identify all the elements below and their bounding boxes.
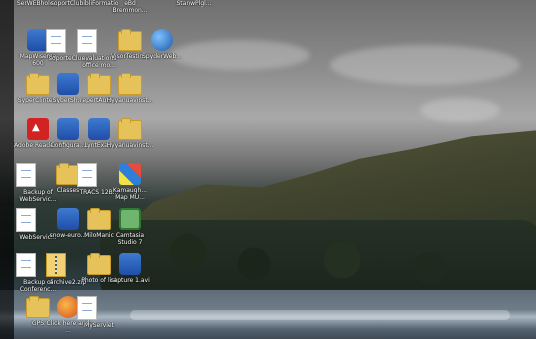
desktop-icon-kamaugh-map[interactable]: Kamaugh... Map MU... [106, 163, 154, 201]
desktop-icon-top-4[interactable]: eBd Bremmon... [106, 0, 154, 14]
document-icon [46, 29, 66, 53]
globe-icon [151, 29, 173, 51]
desktop-icon-label: MyServlet [84, 322, 114, 329]
river-foam [130, 310, 510, 320]
folder-icon [118, 118, 142, 140]
desktop-icon-hyyanuavinst[interactable]: Hyyanuavinst... [106, 73, 154, 104]
cloud-decoration [330, 45, 520, 85]
zip-icon [46, 253, 66, 277]
document-icon [77, 29, 97, 53]
document-icon [77, 296, 97, 320]
desktop-icon-spyderweb[interactable]: SpyderWeb... [138, 29, 186, 60]
desktop-icon-camtasia-studio[interactable]: Camtasia Studio 7 [106, 208, 154, 246]
document-icon [16, 163, 36, 187]
desktop-icon-hyyanuavinst-2[interactable]: Hyyanuavinst... [106, 118, 154, 149]
trees-background [100, 220, 536, 300]
document-icon [16, 208, 36, 232]
cloud-decoration [420, 98, 500, 122]
desktop-icon-capture-avi[interactable]: capture 1.avi [106, 253, 154, 284]
document-icon [77, 163, 97, 187]
desktop-icon-label: StanwPlgl... [176, 0, 212, 7]
desktop-icon-label: Kamaugh... Map MU... [112, 187, 148, 201]
desktop-icon-label: SpyderWeb... [142, 53, 182, 60]
map-icon [119, 163, 141, 185]
desktop-background: SerWEBhole... soportClu... bibliFormatio… [0, 0, 536, 339]
desktop-icon-label: Camtasia Studio 7 [115, 232, 145, 246]
document-icon [16, 253, 36, 277]
desktop-icon-label: capture 1.avi [110, 277, 150, 284]
desktop-icon-label: Hyyanuavinst... [106, 97, 154, 104]
cloud-decoration [170, 40, 310, 70]
desktop-icon-myservlet[interactable]: MyServlet [75, 296, 123, 329]
folder-icon [118, 73, 142, 95]
left-edge-panel [0, 0, 14, 339]
desktop-icon-label: eBd Bremmon... [112, 0, 148, 14]
desktop-icon-label: Hyyanuavinst... [106, 142, 154, 149]
video-file-icon [119, 253, 141, 275]
desktop-icon-top-5[interactable]: StanwPlgl... [170, 0, 218, 7]
camtasia-icon [119, 208, 141, 230]
